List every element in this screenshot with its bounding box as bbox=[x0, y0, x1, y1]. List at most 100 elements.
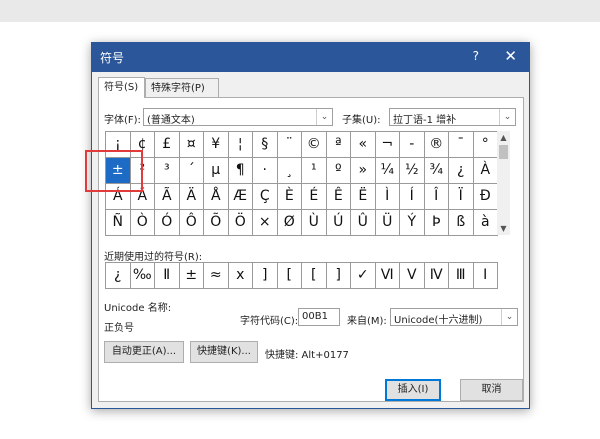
symbol-cell[interactable]: ¸ bbox=[277, 158, 302, 184]
symbol-cell[interactable]: Â bbox=[130, 184, 155, 210]
symbol-cell[interactable]: ° bbox=[473, 132, 498, 158]
tab-symbols[interactable]: 符号(S) bbox=[98, 77, 145, 98]
help-button[interactable]: ? bbox=[473, 49, 479, 63]
symbol-cell[interactable]: Ê bbox=[326, 184, 351, 210]
symbol-cell[interactable]: º bbox=[326, 158, 351, 184]
symbol-cell[interactable]: Ò bbox=[130, 210, 155, 236]
recent-symbol-cell[interactable]: [ bbox=[277, 263, 302, 289]
symbol-cell[interactable]: ¿ bbox=[449, 158, 474, 184]
autocorrect-button[interactable]: 自动更正(A)... bbox=[104, 341, 184, 363]
symbol-cell[interactable]: Ï bbox=[449, 184, 474, 210]
recent-symbol-cell[interactable]: [ bbox=[302, 263, 327, 289]
symbol-cell[interactable]: ¬ bbox=[375, 132, 400, 158]
symbol-cell[interactable]: É bbox=[302, 184, 327, 210]
symbol-cell[interactable]: § bbox=[253, 132, 278, 158]
symbol-cell[interactable]: Þ bbox=[424, 210, 449, 236]
symbol-cell[interactable]: ® bbox=[424, 132, 449, 158]
close-icon[interactable]: ✕ bbox=[504, 47, 517, 65]
symbol-cell[interactable]: » bbox=[351, 158, 376, 184]
symbol-cell[interactable]: ¼ bbox=[375, 158, 400, 184]
symbol-cell[interactable]: ¦ bbox=[228, 132, 253, 158]
recent-symbol-cell[interactable]: Ⅲ bbox=[449, 263, 474, 289]
font-select[interactable]: (普通文本) ⌄ bbox=[143, 108, 333, 126]
cancel-button[interactable]: 取消 bbox=[460, 379, 523, 401]
symbol-cell[interactable]: £ bbox=[155, 132, 180, 158]
recent-symbol-cell[interactable]: Ⅳ bbox=[424, 263, 449, 289]
symbol-cell[interactable]: Ù bbox=[302, 210, 327, 236]
symbol-cell[interactable]: ¤ bbox=[179, 132, 204, 158]
symbol-cell[interactable]: ¨ bbox=[277, 132, 302, 158]
symbol-cell[interactable]: ¯ bbox=[449, 132, 474, 158]
recent-symbol-cell[interactable]: Ⅴ bbox=[400, 263, 425, 289]
symbol-cell[interactable]: Ø bbox=[277, 210, 302, 236]
recent-symbol-cell[interactable]: ≈ bbox=[204, 263, 229, 289]
symbol-cell[interactable]: ½ bbox=[400, 158, 425, 184]
symbol-cell[interactable]: Ö bbox=[228, 210, 253, 236]
scroll-down-icon[interactable]: ▼ bbox=[497, 222, 510, 235]
chevron-down-icon: ⌄ bbox=[501, 309, 517, 325]
recent-symbol-cell[interactable]: ] bbox=[326, 263, 351, 289]
recent-symbol-cell[interactable]: Ⅱ bbox=[155, 263, 180, 289]
recent-symbol-cell[interactable]: Ⅵ bbox=[375, 263, 400, 289]
symbol-cell[interactable]: ¡ bbox=[106, 132, 131, 158]
recent-symbol-cell[interactable]: Ⅰ bbox=[473, 263, 498, 289]
symbol-cell[interactable]: à bbox=[473, 210, 498, 236]
shortcut-key-button[interactable]: 快捷键(K)... bbox=[190, 341, 258, 363]
symbol-cell[interactable]: Ú bbox=[326, 210, 351, 236]
symbol-cell[interactable]: Ä bbox=[179, 184, 204, 210]
symbol-cell[interactable]: Ñ bbox=[106, 210, 131, 236]
symbol-cell[interactable]: - bbox=[400, 132, 425, 158]
symbol-cell[interactable]: © bbox=[302, 132, 327, 158]
symbol-cell[interactable]: ª bbox=[326, 132, 351, 158]
symbol-cell[interactable]: Ç bbox=[253, 184, 278, 210]
dialog-title: 符号 bbox=[100, 51, 125, 65]
recent-symbol-cell[interactable]: ¿ bbox=[106, 263, 131, 289]
symbol-cell[interactable]: ¢ bbox=[130, 132, 155, 158]
symbol-cell[interactable]: Ã bbox=[155, 184, 180, 210]
symbol-cell[interactable]: Å bbox=[204, 184, 229, 210]
symbol-cell[interactable]: Õ bbox=[204, 210, 229, 236]
symbol-grid-scrollbar[interactable]: ▲ ▼ bbox=[497, 131, 510, 235]
symbol-cell[interactable]: ß bbox=[449, 210, 474, 236]
scroll-thumb[interactable] bbox=[499, 145, 508, 159]
symbol-cell[interactable]: ² bbox=[130, 158, 155, 184]
tab-special-characters[interactable]: 特殊字符(P) bbox=[145, 78, 219, 97]
symbol-cell[interactable]: Ó bbox=[155, 210, 180, 236]
symbol-cell[interactable]: Ì bbox=[375, 184, 400, 210]
symbol-cell[interactable]: Ë bbox=[351, 184, 376, 210]
symbol-cell[interactable]: Æ bbox=[228, 184, 253, 210]
symbol-cell[interactable]: È bbox=[277, 184, 302, 210]
subset-select[interactable]: 拉丁语-1 增补 ⌄ bbox=[389, 108, 516, 126]
recent-symbol-cell[interactable]: ✓ bbox=[351, 263, 376, 289]
symbol-cell[interactable]: « bbox=[351, 132, 376, 158]
char-code-input[interactable]: 00B1 bbox=[298, 308, 340, 326]
symbol-cell[interactable]: Ð bbox=[473, 184, 498, 210]
from-select[interactable]: Unicode(十六进制) ⌄ bbox=[390, 308, 518, 326]
recent-symbol-cell[interactable]: ± bbox=[179, 263, 204, 289]
symbol-cell[interactable]: × bbox=[253, 210, 278, 236]
symbol-cell[interactable]: À bbox=[473, 158, 498, 184]
symbol-cell[interactable]: Î bbox=[424, 184, 449, 210]
font-label: 字体(F): bbox=[104, 115, 141, 126]
symbol-cell[interactable]: ´ bbox=[179, 158, 204, 184]
symbol-cell[interactable]: ³ bbox=[155, 158, 180, 184]
symbol-cell[interactable]: Ô bbox=[179, 210, 204, 236]
symbol-cell[interactable]: ¹ bbox=[302, 158, 327, 184]
recent-symbol-cell[interactable]: x bbox=[228, 263, 253, 289]
symbol-cell[interactable]: Ý bbox=[400, 210, 425, 236]
symbol-cell[interactable]: ± bbox=[106, 158, 131, 184]
recent-symbol-cell[interactable]: ‰ bbox=[130, 263, 155, 289]
symbol-cell[interactable]: Í bbox=[400, 184, 425, 210]
insert-button[interactable]: 插入(I) bbox=[385, 379, 441, 401]
unicode-name-label: Unicode 名称: bbox=[104, 303, 172, 314]
recent-symbol-cell[interactable]: ] bbox=[253, 263, 278, 289]
symbol-cell[interactable]: Á bbox=[106, 184, 131, 210]
symbol-cell[interactable]: ¶ bbox=[228, 158, 253, 184]
symbol-cell[interactable]: · bbox=[253, 158, 278, 184]
symbol-cell[interactable]: Ü bbox=[375, 210, 400, 236]
symbol-cell[interactable]: ¥ bbox=[204, 132, 229, 158]
symbol-cell[interactable]: µ bbox=[204, 158, 229, 184]
symbol-cell[interactable]: Û bbox=[351, 210, 376, 236]
symbol-cell[interactable]: ¾ bbox=[424, 158, 449, 184]
scroll-up-icon[interactable]: ▲ bbox=[497, 131, 510, 144]
